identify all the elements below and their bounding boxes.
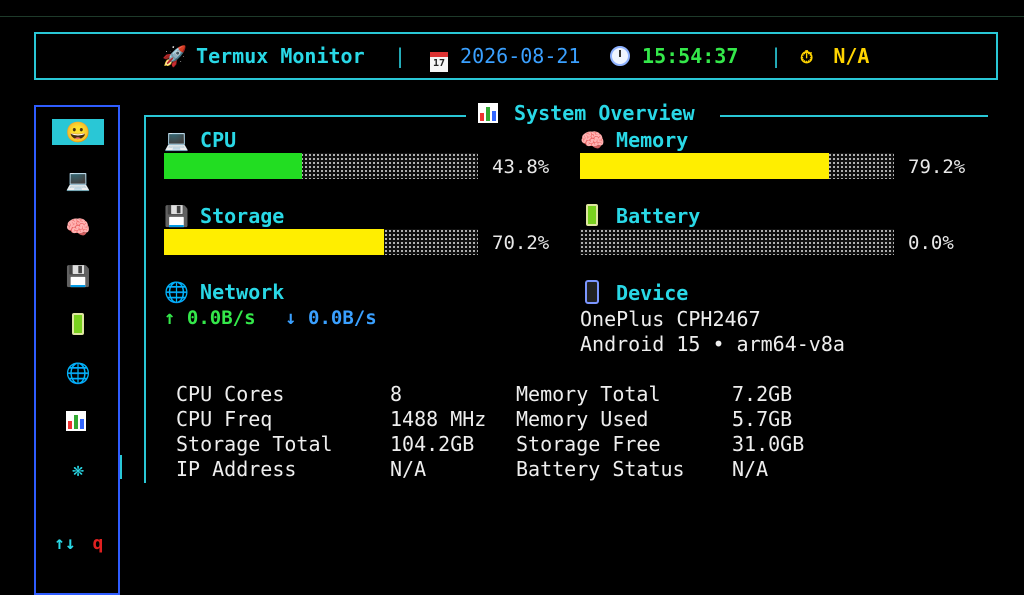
- sidebar-item-storage[interactable]: 💾: [52, 263, 104, 289]
- calendar-icon: 17: [430, 52, 448, 72]
- app-title-group: 🚀 Termux Monitor: [162, 44, 365, 68]
- battery-icon: [586, 204, 598, 226]
- laptop-icon: 💻: [164, 128, 189, 152]
- header-separator: |: [394, 44, 407, 68]
- timer-value: N/A: [833, 44, 870, 68]
- upload-speed: ↑ 0.0B/s: [164, 307, 256, 329]
- battery-percent: 0.0%: [908, 232, 954, 254]
- detail-value: 5.7GB: [732, 407, 793, 431]
- storage-percent: 70.2%: [492, 232, 550, 254]
- cpu-usage-bar: [164, 153, 478, 179]
- download-speed: ↓ 0.0B/s: [285, 307, 377, 329]
- time-text: 15:54:37: [642, 44, 739, 68]
- system-overview-panel: System Overview 💻 CPU 43.8% 🧠 Memory 79.…: [144, 101, 988, 483]
- device-os: Android 15 • arm64-v8a: [580, 332, 845, 356]
- network-title: 🌐 Network: [164, 280, 285, 304]
- detail-value: 7.2GB: [732, 382, 793, 406]
- device-title: Device: [580, 280, 688, 305]
- detail-key: Storage Total: [176, 432, 333, 456]
- top-divider: [0, 16, 1024, 17]
- floppy-disk-icon: 💾: [164, 204, 189, 228]
- sidebar-item-overview[interactable]: 😀: [52, 119, 104, 145]
- sidebar-item-stats[interactable]: [52, 408, 104, 434]
- key-hints: ↑↓ q: [54, 533, 103, 554]
- quit-key[interactable]: q: [93, 533, 104, 554]
- sidebar-item-cpu[interactable]: 💻: [52, 167, 104, 193]
- storage-usage-bar: [164, 229, 478, 255]
- battery-icon: [72, 313, 84, 335]
- memory-usage-bar: [580, 153, 894, 179]
- globe-icon: 🌐: [164, 280, 189, 304]
- date-group: 17 2026-08-21: [430, 44, 580, 72]
- detail-value: 1488 MHz: [390, 407, 487, 431]
- header-bar: 🚀 Termux Monitor | 17 2026-08-21 15:54:3…: [34, 32, 998, 80]
- floppy-disk-icon: 💾: [65, 264, 91, 288]
- panel-border-top-left: [144, 115, 466, 117]
- date-text: 2026-08-21: [460, 44, 581, 68]
- laptop-icon: 💻: [65, 168, 91, 192]
- time-group: 15:54:37: [610, 44, 738, 68]
- detail-key: CPU Cores: [176, 382, 285, 406]
- globe-icon: 🌐: [65, 361, 91, 385]
- storage-title: 💾 Storage: [164, 204, 285, 228]
- clock-icon: [610, 46, 630, 66]
- detail-value: N/A: [732, 457, 769, 481]
- network-speeds: ↑ 0.0B/s ↓ 0.0B/s: [164, 307, 377, 329]
- cpu-usage-fill: [164, 153, 302, 179]
- storage-usage-fill: [164, 229, 385, 255]
- detail-key: IP Address: [176, 457, 297, 481]
- gear-icon: ❋: [71, 457, 85, 481]
- battery-title: Battery: [580, 204, 700, 228]
- memory-usage-fill: [580, 153, 829, 179]
- rocket-icon: 🚀: [162, 44, 187, 68]
- bar-chart-icon: [478, 103, 498, 123]
- phone-icon: [585, 280, 599, 304]
- panel-border-left: [144, 115, 146, 483]
- detail-value: 31.0GB: [732, 432, 805, 456]
- sidebar-item-network[interactable]: 🌐: [52, 360, 104, 386]
- detail-value: 104.2GB: [390, 432, 475, 456]
- scroll-indicator: [120, 455, 122, 479]
- timer-group: ⏱ N/A: [800, 44, 869, 70]
- scroll-hint: ↑↓: [54, 533, 76, 554]
- bar-chart-icon: [66, 411, 86, 431]
- cpu-title: 💻 CPU: [164, 128, 237, 152]
- sidebar-item-settings[interactable]: ❋: [52, 456, 104, 482]
- memory-title: 🧠 Memory: [580, 128, 689, 152]
- detail-key: Battery Status: [516, 457, 685, 481]
- header-separator-2: |: [770, 44, 783, 68]
- panel-border-top-right: [720, 115, 988, 117]
- detail-key: Storage Free: [516, 432, 661, 456]
- panel-title: System Overview: [478, 101, 695, 125]
- detail-value: 8: [390, 382, 403, 406]
- detail-key: CPU Freq: [176, 407, 273, 431]
- detail-value: N/A: [390, 457, 427, 481]
- brain-icon: 🧠: [65, 215, 91, 239]
- stopwatch-icon: ⏱: [800, 48, 814, 68]
- sidebar: 😀 💻 🧠 💾 🌐 ❋ ↑↓ q: [34, 105, 122, 595]
- memory-percent: 79.2%: [908, 156, 966, 178]
- brain-icon: 🧠: [580, 128, 605, 152]
- app-title: Termux Monitor: [196, 44, 365, 68]
- battery-level-bar: [580, 229, 894, 255]
- smiley-icon: 😀: [65, 120, 91, 144]
- detail-key: Memory Used: [516, 407, 649, 431]
- sidebar-item-memory[interactable]: 🧠: [52, 214, 104, 240]
- device-model: OnePlus CPH2467: [580, 307, 761, 331]
- detail-key: Memory Total: [516, 382, 661, 406]
- cpu-percent: 43.8%: [492, 156, 550, 178]
- sidebar-item-battery[interactable]: [52, 312, 104, 338]
